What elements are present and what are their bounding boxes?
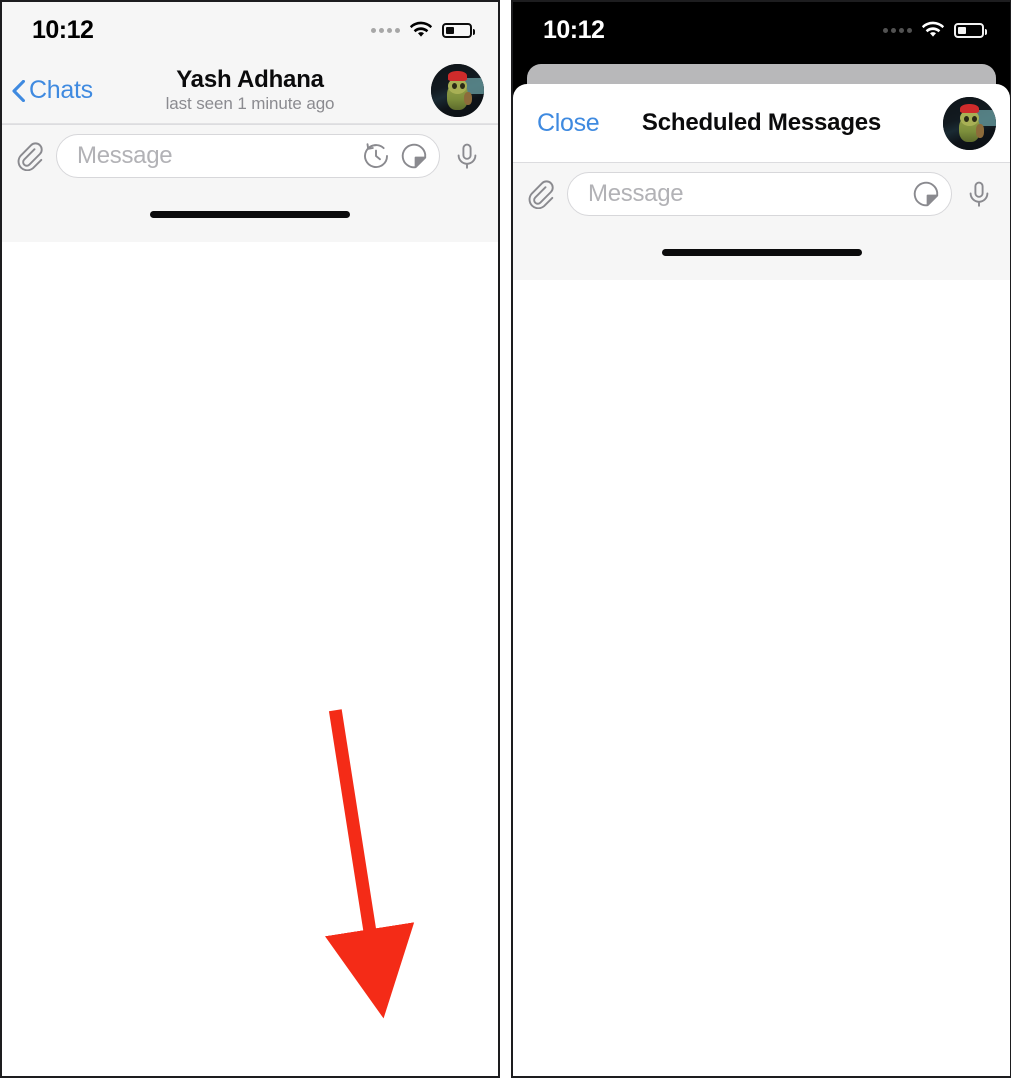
home-indicator[interactable]: [150, 210, 350, 218]
status-indicators: [883, 21, 987, 39]
left-input-bar: Message: [2, 124, 498, 186]
contact-avatar[interactable]: [943, 96, 996, 150]
chevron-left-icon: [12, 79, 25, 102]
message-input-field[interactable]: Message: [567, 171, 952, 216]
signal-dots-icon: [883, 27, 912, 33]
left-home-area: [2, 186, 498, 242]
modal-sheet-stack: Close Scheduled Messages: [513, 58, 1010, 162]
message-input-field[interactable]: Message: [56, 133, 440, 178]
wifi-icon: [409, 21, 433, 39]
message-input-placeholder: Message: [588, 179, 684, 207]
left-nav-bar: Chats Yash Adhana last seen 1 minute ago: [2, 58, 498, 124]
home-indicator[interactable]: [661, 248, 862, 256]
left-phone-frame: 10:12 Chats Yash Adhana last seen 1 minu…: [0, 0, 500, 1078]
right-home-area: [513, 224, 1010, 280]
wifi-icon: [921, 21, 945, 39]
clock-schedule-icon[interactable]: [361, 141, 391, 171]
status-time: 10:12: [32, 15, 94, 44]
contact-avatar[interactable]: [431, 64, 484, 117]
close-button[interactable]: Close: [537, 109, 600, 138]
status-indicators: [371, 21, 475, 39]
screenshot-stage: 10:12 Chats Yash Adhana last seen 1 minu…: [0, 0, 1011, 1078]
message-input-placeholder: Message: [77, 141, 173, 169]
sheet-behind-card: [527, 64, 996, 86]
battery-icon: [954, 22, 987, 38]
right-status-bar: 10:12: [513, 2, 1010, 58]
right-phone-frame: 10:12 Close Scheduled Messages Message: [511, 0, 1011, 1078]
signal-dots-icon: [371, 27, 400, 33]
back-to-chats-button[interactable]: Chats: [12, 76, 93, 105]
status-time: 10:12: [543, 15, 605, 44]
back-button-label: Chats: [29, 76, 93, 104]
right-input-bar: Message: [513, 162, 1010, 224]
microphone-icon[interactable]: [964, 179, 994, 209]
paperclip-icon[interactable]: [14, 141, 44, 171]
sticker-icon[interactable]: [911, 179, 941, 209]
sticker-icon[interactable]: [399, 141, 429, 171]
left-status-bar: 10:12: [2, 2, 498, 58]
microphone-icon[interactable]: [452, 141, 482, 171]
paperclip-icon[interactable]: [525, 179, 555, 209]
sheet-header: Close Scheduled Messages: [513, 84, 1010, 162]
battery-icon: [442, 22, 475, 38]
